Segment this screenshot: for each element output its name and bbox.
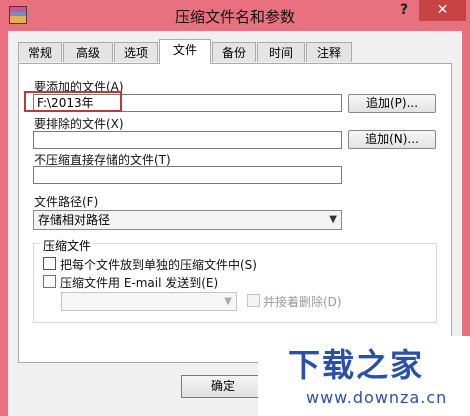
window-frame-left xyxy=(0,31,8,416)
chevron-down-icon: ▼ xyxy=(224,296,232,307)
add-files-button[interactable]: 追加(P)... xyxy=(348,94,436,113)
separate-archives-checkbox[interactable] xyxy=(43,257,56,270)
store-files-input[interactable] xyxy=(33,166,342,184)
tab-general[interactable]: 常规 xyxy=(18,42,62,62)
archive-group-title: 压缩文件 xyxy=(40,237,95,254)
files-to-exclude-label: 要排除的文件(X) xyxy=(34,117,124,131)
delete-after-checkbox[interactable] xyxy=(247,294,260,307)
email-archive-label: 压缩文件用 E-mail 发送到(E) xyxy=(60,276,219,290)
watermark-url: www.downza.cn xyxy=(306,388,448,407)
tab-time[interactable]: 时间 xyxy=(257,42,305,62)
file-path-select[interactable]: 存储相对路径 ▼ xyxy=(33,210,342,230)
watermark-logo-text: 下载之家 xyxy=(288,346,425,384)
tab-backup[interactable]: 备份 xyxy=(212,42,256,62)
chevron-down-icon: ▼ xyxy=(329,214,337,225)
tab-strip: 常规 高级 选项 文件 备份 时间 注释 xyxy=(8,39,462,64)
email-archive-checkbox[interactable] xyxy=(43,275,56,288)
annotation-highlight xyxy=(24,91,122,112)
ok-button[interactable]: 确定 xyxy=(181,375,265,398)
help-button[interactable]: ? xyxy=(394,2,414,22)
add-excluded-button[interactable]: 追加(N)... xyxy=(348,130,436,149)
files-to-exclude-input[interactable] xyxy=(33,131,342,149)
tab-options[interactable]: 选项 xyxy=(114,42,158,62)
tab-comment[interactable]: 注释 xyxy=(306,42,352,62)
tab-files[interactable]: 文件 xyxy=(159,39,211,64)
tab-advanced[interactable]: 高级 xyxy=(63,42,113,62)
site-watermark: 下载之家 www.downza.cn xyxy=(258,336,470,416)
delete-after-label: 并接着删除(D) xyxy=(263,295,342,309)
title-bar: 压缩文件名和参数 ? ✕ xyxy=(0,0,470,31)
file-path-selected: 存储相对路径 xyxy=(38,213,111,227)
email-recipient-select[interactable]: ▼ xyxy=(61,292,237,311)
separate-archives-label: 把每个文件放到单独的压缩文件中(S) xyxy=(60,258,257,272)
close-button[interactable]: ✕ xyxy=(419,0,466,21)
file-path-label: 文件路径(F) xyxy=(34,195,99,209)
